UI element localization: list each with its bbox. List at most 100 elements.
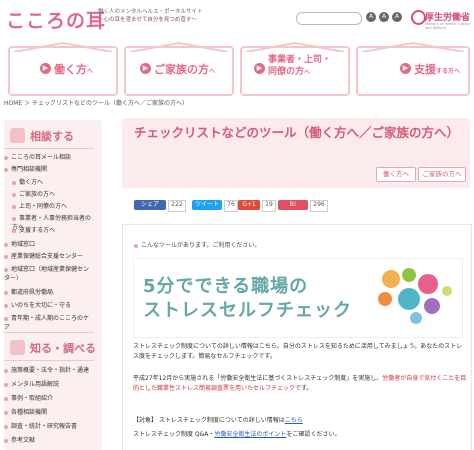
- sidebar-item[interactable]: 地域窓口: [4, 240, 94, 249]
- bullet-icon: [134, 243, 138, 248]
- sidebar-section-consult: 相談する: [30, 130, 74, 143]
- bullet-icon: [4, 396, 8, 401]
- search-input[interactable]: [296, 12, 362, 25]
- nav-supporters-label: 支援する方へ: [414, 63, 461, 76]
- sidebar-item[interactable]: 参考文献: [4, 436, 94, 445]
- house-roof-icon: [129, 42, 229, 52]
- sidebar-item[interactable]: 都道府県労働局: [4, 288, 94, 297]
- bullet-icon: [12, 216, 16, 221]
- book-icon: [10, 340, 25, 355]
- bullet-icon: [4, 267, 8, 272]
- tab-family[interactable]: ご家族の方へ: [418, 167, 466, 182]
- facebook-share-button[interactable]: シェア: [134, 200, 166, 210]
- target-paragraph: 【対象】 ストレスチェック制度についての詳しい情報はこちら: [133, 417, 303, 424]
- ministry-logo-icon: [411, 10, 426, 25]
- details-link[interactable]: こちら: [285, 417, 303, 424]
- page: こころの耳 働く人のメンタルヘルス・ポータルサイト ～心の耳を澄ませて自分を見つ…: [0, 0, 474, 450]
- tagline-line2: ～心の耳を澄ませて自分を見つめ直す～: [98, 17, 197, 23]
- bullet-icon: [12, 204, 16, 209]
- tab-workers[interactable]: 働く方へ: [376, 167, 416, 182]
- bullet-icon: [4, 155, 8, 160]
- tweet-button[interactable]: ツイート: [192, 200, 222, 210]
- main-nav: ▶ 働く方へ ▶ ご家族の方へ ▶ 事業者・上司・ 同僚の方へ ▶ 支援する方へ: [0, 42, 474, 96]
- nav-family-label: ご家族の方へ: [154, 63, 216, 76]
- house-roof-icon: [361, 42, 465, 52]
- house-roof-icon: [13, 42, 113, 52]
- sidebar-item[interactable]: 専門相談機関: [4, 165, 94, 174]
- sidebar-item[interactable]: 青年期・成人期のこころのケア: [4, 314, 94, 332]
- arrow-icon: ▶: [254, 63, 265, 74]
- bullet-icon: [12, 180, 16, 185]
- sidebar-item[interactable]: メンタル用語解説: [4, 380, 94, 389]
- bullet-icon: [4, 242, 8, 247]
- bullet-icon: [4, 368, 8, 373]
- page-title: チェックリストなどのツール（働く方へ／ご家族の方へ）: [134, 125, 460, 140]
- tagline-line1: 働く人のメンタルヘルス・ポータルサイト: [98, 9, 203, 15]
- reference-paragraph: ストレスチェック制度 Q&A・労働安全衛生法のポイントをご確認ください。: [133, 431, 341, 438]
- sidebar-item[interactable]: いのちを大切に・守る: [4, 301, 94, 310]
- sidebar-item[interactable]: 働く方へ: [12, 178, 94, 187]
- font-size-large-button[interactable]: A: [392, 12, 402, 22]
- banner-dot-icon: [378, 292, 392, 306]
- notice-paragraph: 平成27年12月から実施される「労働安全衛生法に基づくストレスチェック制度」を実…: [133, 375, 467, 392]
- banner-dot-icon: [398, 288, 420, 310]
- bullet-icon: [4, 438, 8, 443]
- nav-workers[interactable]: ▶ 働く方へ: [8, 42, 118, 96]
- site-logo[interactable]: こころの耳: [6, 6, 106, 33]
- bullet-icon: [4, 410, 8, 415]
- hatena-bookmark-count: 296: [310, 200, 328, 212]
- sidebar-item[interactable]: 上司・同僚の方へ: [12, 202, 94, 211]
- arrow-icon: ▶: [400, 63, 411, 74]
- bullet-icon: [4, 382, 8, 387]
- banner-dot-icon: [418, 274, 438, 294]
- bullet-icon: [4, 316, 8, 321]
- google-plus-button[interactable]: G+1: [238, 200, 260, 210]
- divider: [4, 148, 94, 149]
- sidebar-item[interactable]: 各種相談機関: [4, 408, 94, 417]
- divider: [4, 332, 94, 333]
- sidebar-item[interactable]: 支援する方へ: [12, 226, 94, 235]
- sidebar-section-learn: 知る・調べる: [30, 342, 96, 355]
- ministry-name-english: Ministry of Health, Labour and Welfare: [425, 22, 471, 30]
- arrow-icon: ▶: [140, 63, 151, 74]
- nav-family[interactable]: ▶ ご家族の方へ: [124, 42, 234, 96]
- divider: [4, 360, 94, 361]
- sidebar-item[interactable]: ご家族の方へ: [12, 190, 94, 199]
- banner-title-line1: 5分でできる職場の: [143, 276, 309, 297]
- bullet-icon: [4, 303, 8, 308]
- nav-supporters[interactable]: ▶ 支援する方へ: [356, 42, 470, 96]
- tweet-count: 76: [224, 200, 238, 212]
- bullet-icon: [4, 290, 8, 295]
- banner-dot-icon: [382, 270, 400, 288]
- bullet-icon: [4, 424, 8, 429]
- consult-icon: [10, 128, 25, 143]
- sidebar-item[interactable]: 施策概要・法令・指針・通達: [4, 366, 94, 375]
- nav-employers-label: 事業者・上司・ 同僚の方へ: [268, 55, 332, 77]
- arrow-icon: ▶: [40, 63, 51, 74]
- bullet-icon: [4, 254, 8, 259]
- font-size-medium-button[interactable]: A: [379, 12, 389, 22]
- banner-dot-icon: [402, 268, 416, 282]
- sidebar-item[interactable]: 地域窓口（地域産業保健センター）: [4, 265, 94, 283]
- banner-dot-icon: [442, 286, 452, 296]
- hatena-bookmark-button[interactable]: B!: [278, 200, 308, 210]
- nav-workers-label: 働く方へ: [54, 63, 94, 76]
- breadcrumb[interactable]: HOME ＞ チェックリストなどのツール（働く方へ／ご家族の方へ）: [4, 98, 188, 107]
- intro-text: こんなツールがあります。ご利用ください。: [134, 240, 260, 249]
- nav-employers[interactable]: ▶ 事業者・上司・ 同僚の方へ: [240, 42, 350, 96]
- sidebar-item[interactable]: こころの耳メール相談: [4, 153, 94, 162]
- bullet-icon: [4, 167, 8, 172]
- sidebar-item[interactable]: 産業保健総合支援センター: [4, 252, 94, 261]
- banner-dot-icon: [424, 298, 440, 314]
- site-tagline: 働く人のメンタルヘルス・ポータルサイト ～心の耳を澄ませて自分を見つめ直す～: [98, 8, 203, 24]
- sidebar-item[interactable]: 事例・取組紹介: [4, 394, 94, 403]
- facebook-share-count: 222: [168, 200, 186, 212]
- house-roof-icon: [245, 42, 345, 52]
- banner-dot-icon: [410, 312, 422, 324]
- law-points-link[interactable]: 労働安全衛生法のポイント: [214, 431, 286, 438]
- sidebar-item[interactable]: 調査・統計・研究報告書: [4, 422, 94, 431]
- font-size-small-button[interactable]: A: [366, 12, 376, 22]
- description-paragraph: ストレスチェック制度についての詳しい情報はこちら。自分のストレスを知るために活用…: [133, 343, 463, 360]
- google-plus-count: 19: [262, 200, 276, 212]
- bullet-icon: [12, 228, 16, 233]
